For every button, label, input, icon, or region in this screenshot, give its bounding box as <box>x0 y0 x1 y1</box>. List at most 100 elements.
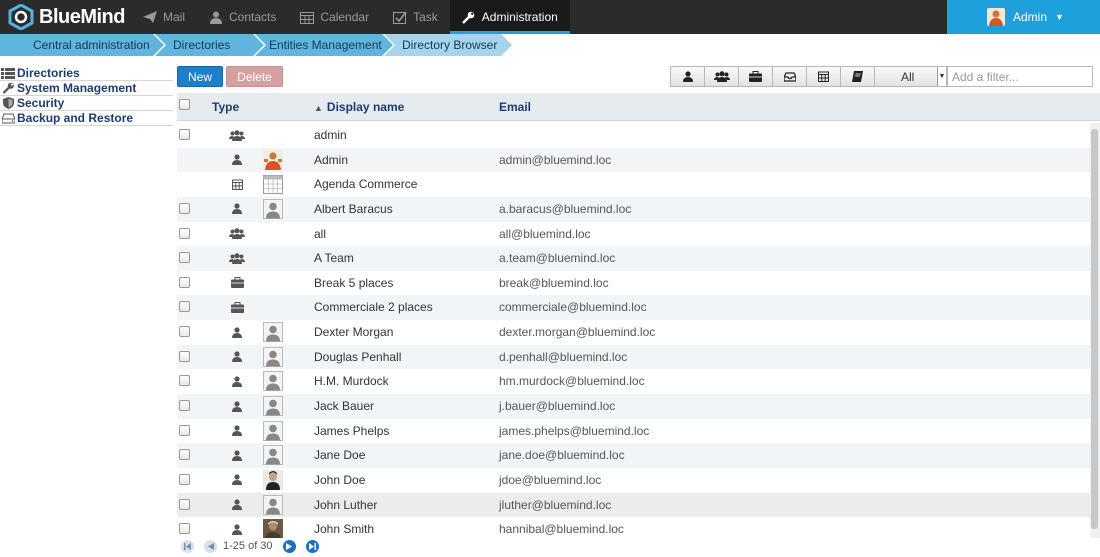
table-row[interactable]: A Team a.team@bluemind.loc <box>177 246 1090 271</box>
briefcase-icon <box>749 71 762 82</box>
row-checkbox[interactable] <box>179 301 190 313</box>
breadcrumb-entities-management[interactable]: Entities Management <box>255 34 395 56</box>
table-row[interactable]: admin <box>177 123 1090 148</box>
table-header: Type ▲ Display name Email <box>177 93 1100 121</box>
table-row[interactable]: James Phelps james.phelps@bluemind.loc <box>177 418 1090 444</box>
briefcase-icon <box>229 300 245 314</box>
row-checkbox[interactable] <box>179 473 190 485</box>
nav-administration-label: Administration <box>481 10 558 24</box>
user-icon <box>229 202 245 216</box>
table-row[interactable]: Jane Doe jane.doe@bluemind.loc <box>177 443 1090 468</box>
email-cell: james.phelps@bluemind.loc <box>499 423 650 438</box>
row-checkbox[interactable] <box>179 276 190 288</box>
next-page-icon <box>286 542 293 550</box>
filter-user-button[interactable] <box>670 66 705 87</box>
group-icon <box>713 71 730 82</box>
row-checkbox[interactable] <box>179 375 190 387</box>
group-icon <box>229 251 245 265</box>
table-row[interactable]: Break 5 places break@bluemind.loc <box>177 270 1090 296</box>
filter-input[interactable] <box>947 66 1093 87</box>
table-row[interactable]: all all@bluemind.loc <box>177 221 1090 247</box>
email-cell: dexter.morgan@bluemind.loc <box>499 325 656 340</box>
row-checkbox[interactable] <box>179 449 190 461</box>
select-all-checkbox[interactable] <box>179 99 190 110</box>
column-header-email[interactable]: Email <box>499 100 531 114</box>
sidebar-item-security[interactable]: Security <box>0 96 173 111</box>
avatar <box>263 174 283 195</box>
user-icon <box>229 153 245 167</box>
sidebar-item-system-management[interactable]: System Management <box>0 81 173 96</box>
table-row[interactable]: Admin admin@bluemind.loc <box>177 147 1090 173</box>
avatar <box>263 322 283 343</box>
avatar <box>987 8 1005 26</box>
row-checkbox[interactable] <box>179 424 190 436</box>
table-row[interactable]: Jack Bauer j.bauer@bluemind.loc <box>177 394 1090 419</box>
last-page-icon <box>308 542 316 550</box>
filter-kind-value: All <box>901 69 915 84</box>
pager-range: 1-25 of 30 <box>223 540 273 552</box>
previous-page-button[interactable] <box>204 539 217 553</box>
user-name: Admin <box>1013 10 1048 24</box>
row-checkbox[interactable] <box>179 350 190 362</box>
display-name-cell: Agenda Commerce <box>314 177 418 192</box>
row-checkbox[interactable] <box>179 523 190 535</box>
table-row[interactable]: John Doe jdoe@bluemind.loc <box>177 467 1090 493</box>
avatar <box>263 494 283 515</box>
table-row[interactable]: Commerciale 2 places commerciale@bluemind… <box>177 295 1090 321</box>
display-name-cell: John Luther <box>314 497 378 512</box>
table-row[interactable]: H.M. Murdock hm.murdock@bluemind.loc <box>177 369 1090 395</box>
avatar <box>263 396 283 417</box>
display-name-cell: Douglas Penhall <box>314 349 402 364</box>
app-logo[interactable]: BlueMind <box>8 3 126 31</box>
last-page-button[interactable] <box>305 539 319 553</box>
user-menu[interactable]: Admin ▼ <box>947 0 1100 34</box>
sidebar-item-directories[interactable]: Directories <box>0 66 173 81</box>
table-row[interactable]: Albert Baracus a.baracus@bluemind.loc <box>177 196 1090 222</box>
row-checkbox[interactable] <box>179 252 190 264</box>
row-checkbox[interactable] <box>179 227 190 239</box>
nav-contacts[interactable]: Contacts <box>197 0 288 34</box>
first-page-button[interactable] <box>181 539 194 553</box>
nav-task[interactable]: Task <box>381 0 450 34</box>
row-checkbox[interactable] <box>179 400 190 412</box>
new-button[interactable]: New <box>177 66 223 87</box>
breadcrumb-directories[interactable]: Directories <box>155 34 266 56</box>
nav-calendar[interactable]: Calendar <box>288 0 381 34</box>
table-row[interactable]: Dexter Morgan dexter.morgan@bluemind.loc <box>177 320 1090 345</box>
scrollbar-thumb[interactable] <box>1091 129 1098 529</box>
calendar-icon <box>300 10 315 24</box>
chevron-down-icon: ▼ <box>1055 12 1064 22</box>
next-page-button[interactable] <box>282 539 296 553</box>
filter-kind-select[interactable]: All ▼ <box>874 66 947 87</box>
sidebar-item-label: System Management <box>17 81 137 95</box>
column-header-display-name[interactable]: ▲ Display name <box>314 100 404 114</box>
row-checkbox[interactable] <box>179 326 190 338</box>
filter-group-button[interactable] <box>704 66 739 87</box>
user-icon <box>209 10 223 24</box>
filter-mailbox-button[interactable] <box>772 66 807 87</box>
scrollbar[interactable] <box>1090 123 1100 538</box>
filter-calendar-button[interactable] <box>806 66 841 87</box>
nav-mail[interactable]: Mail <box>131 0 197 34</box>
filter-addressbook-button[interactable] <box>840 66 875 87</box>
sidebar-item-backup-restore[interactable]: Backup and Restore <box>0 111 173 126</box>
breadcrumb-central-administration[interactable]: Central administration <box>0 34 166 56</box>
table-row[interactable]: Agenda Commerce <box>177 172 1090 197</box>
column-header-type[interactable]: Type <box>212 100 239 114</box>
nav-administration[interactable]: Administration <box>449 0 570 34</box>
column-header-label: Display name <box>326 100 405 114</box>
display-name-cell: Albert Baracus <box>314 201 393 216</box>
display-name-cell: H.M. Murdock <box>314 374 389 389</box>
row-checkbox[interactable] <box>179 498 190 510</box>
wrench-icon <box>1 82 15 94</box>
table-row[interactable]: John Luther jluther@bluemind.loc <box>177 492 1090 518</box>
delete-button[interactable]: Delete <box>226 66 283 87</box>
table-row[interactable]: John Smith hannibal@bluemind.loc <box>177 517 1090 538</box>
email-cell: hm.murdock@bluemind.loc <box>499 374 645 389</box>
row-checkbox[interactable] <box>179 202 190 214</box>
filter-resource-button[interactable] <box>738 66 773 87</box>
display-name-cell: Break 5 places <box>314 275 394 290</box>
row-checkbox[interactable] <box>179 129 190 140</box>
table-row[interactable]: Douglas Penhall d.penhall@bluemind.loc <box>177 344 1090 370</box>
book-icon <box>852 71 863 82</box>
